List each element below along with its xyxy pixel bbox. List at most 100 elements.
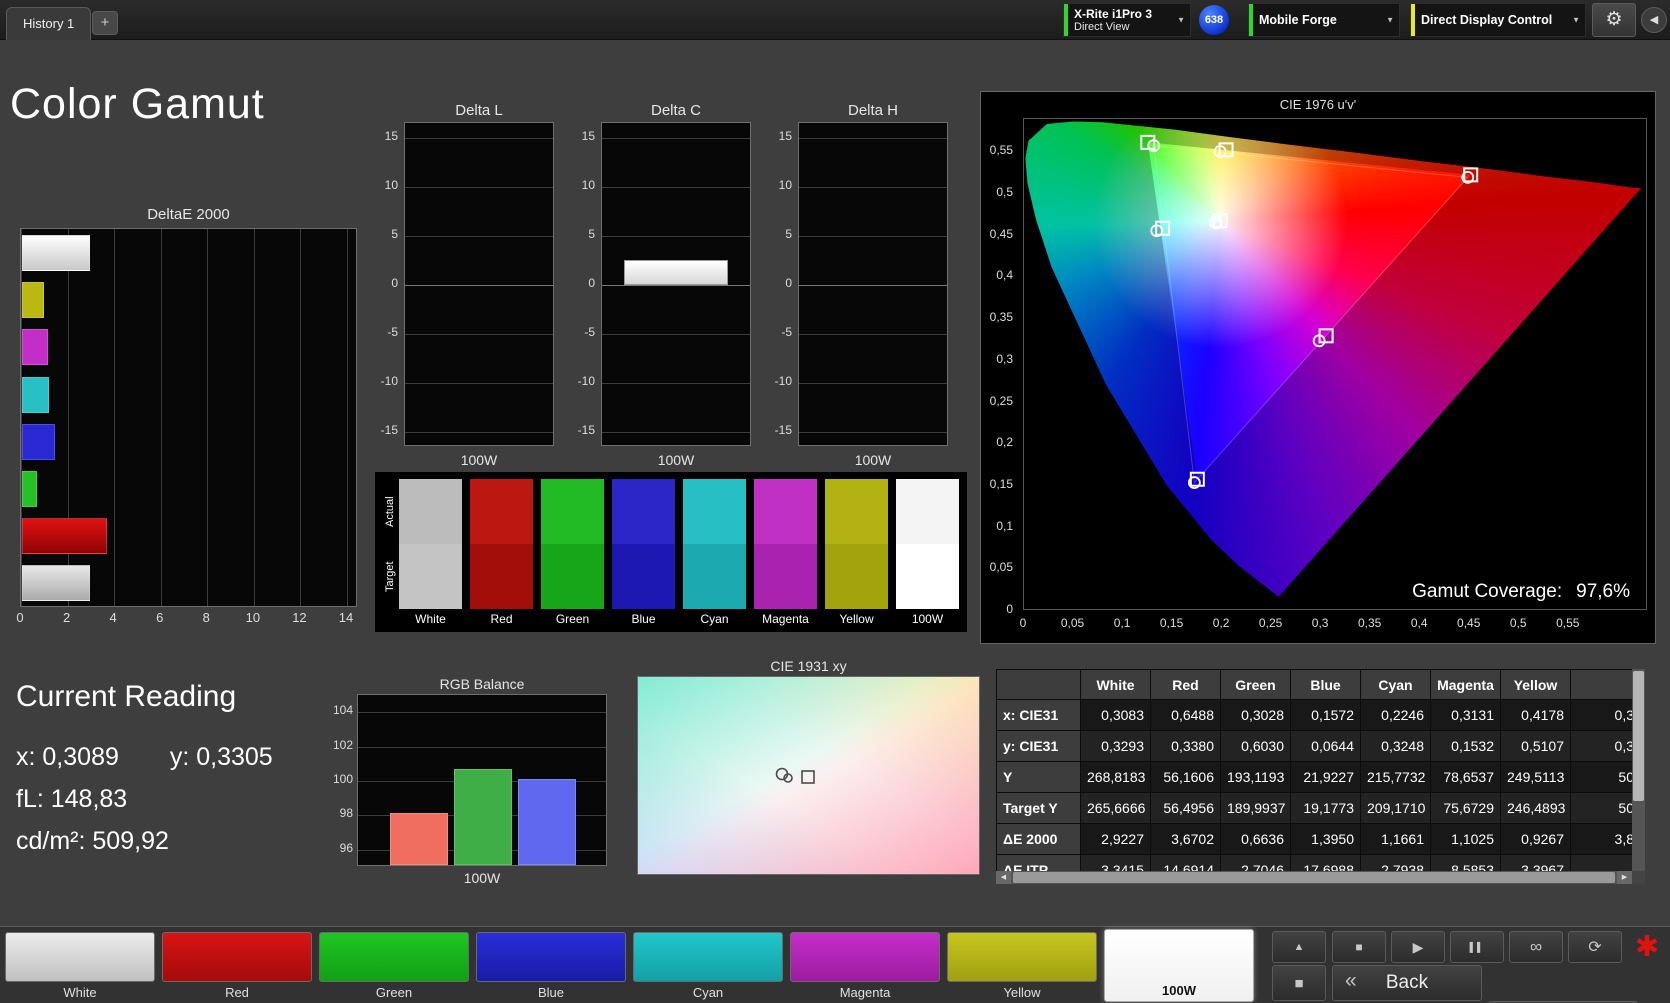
delta-gridline: [602, 285, 750, 286]
meter-count-badge[interactable]: 638: [1199, 5, 1229, 35]
patch-button-red[interactable]: Red: [162, 932, 312, 1002]
patch-button-green[interactable]: Green: [319, 932, 469, 1002]
source-selector[interactable]: Mobile Forge ▼: [1248, 3, 1400, 37]
delta-y-tick-label: 15: [384, 128, 398, 143]
patch-label: Yellow: [1003, 985, 1041, 1000]
patch-label: Cyan: [692, 985, 724, 1000]
current-reading-fl: fL: 148,83: [16, 778, 273, 820]
swatch-label: Blue: [631, 612, 656, 626]
meter-selector[interactable]: X-Rite i1Pro 3 Direct View ▼: [1063, 3, 1191, 37]
swatch-white: White: [399, 479, 462, 632]
cie-1931-panel: [637, 676, 980, 875]
tab-history-1-label: History 1: [23, 16, 75, 31]
rgb-y-tick-label: 96: [339, 840, 353, 855]
meter-name: X-Rite i1Pro 3: [1074, 7, 1153, 21]
chevron-down-icon: ▼: [1572, 15, 1580, 25]
chevron-down-icon: ▼: [1177, 15, 1185, 25]
patch-button-magenta[interactable]: Magenta: [790, 932, 940, 1002]
deltae-gridline: [207, 229, 209, 606]
patch-window-icon: ■: [1294, 974, 1304, 992]
rgb-y-tick-label: 102: [332, 737, 353, 752]
rgb-y-tick-label: 104: [332, 703, 353, 718]
back-button[interactable]: « Back: [1332, 965, 1482, 1001]
patch-up-button[interactable]: ▲: [1272, 931, 1326, 963]
up-arrow-icon: ▲: [1293, 941, 1305, 953]
delta-chart-y-axis: 15 10 5 0 -5 -10 -15: [372, 122, 404, 446]
swatch-actual-color: [754, 479, 817, 544]
pause-button[interactable]: ▌▌: [1450, 931, 1504, 963]
measurement-table-body: White Red Green Blue Cyan Magenta Yellow x: CIE…: [996, 669, 1632, 871]
table-horizontal-scrollbar[interactable]: ◀ ▶: [996, 871, 1632, 884]
tab-history-1[interactable]: History 1: [6, 7, 92, 40]
loop-button[interactable]: ⟳: [1568, 931, 1622, 963]
swatch-magenta: Magenta: [754, 479, 817, 632]
scroll-left-icon[interactable]: ◀: [996, 871, 1011, 884]
alert-asterisk-button[interactable]: ✱: [1626, 927, 1668, 965]
cie-1931-target-marker: [801, 770, 815, 784]
patch-button-blue[interactable]: Blue: [476, 932, 626, 1002]
patch-color-swatch: [947, 932, 1097, 982]
table-row-y-cie31: y: CIE31 0,3293 0,3380 0,6030 0,0644 0,3248 0,…: [996, 730, 1632, 762]
delta-y-tick-label: 5: [391, 226, 398, 241]
patch-window-button[interactable]: ■: [1272, 965, 1326, 1001]
delta-chart-plot: [601, 122, 751, 446]
row-label-column-header: [996, 669, 1081, 700]
swatch-actual-color: [470, 479, 533, 544]
table-cell: 268,8183: [1080, 761, 1151, 793]
table-cell: [1570, 854, 1632, 871]
delta-y-tick-label: -10: [577, 374, 595, 389]
swatch-actual-color: [825, 479, 888, 544]
row-label: Target Y: [996, 792, 1081, 824]
vertical-scroll-thumb[interactable]: [1633, 671, 1644, 801]
settings-button[interactable]: ⚙: [1592, 3, 1636, 37]
deltae-gridline: [114, 229, 116, 606]
delta-h-chart: Delta H 15 10 5 0 -5 -10 -15 100W: [766, 102, 950, 468]
play-button[interactable]: ▶: [1391, 931, 1445, 963]
patch-color-swatch: [5, 932, 155, 982]
swatch-cyan: Cyan: [683, 479, 746, 632]
measurement-table: White Red Green Blue Cyan Magenta Yellow x: CIE…: [996, 669, 1645, 884]
cie-x-tick-label: 0,1: [1113, 616, 1131, 630]
cie-1976-title: CIE 1976 u'v': [1279, 97, 1357, 112]
fl-value: 148,83: [50, 785, 128, 813]
horizontal-scroll-thumb[interactable]: [1013, 872, 1615, 883]
table-vertical-scrollbar[interactable]: [1632, 669, 1645, 871]
table-cell: 14,6914: [1150, 854, 1221, 871]
scroll-right-icon[interactable]: ▶: [1617, 871, 1632, 884]
collapse-panel-button[interactable]: ◀: [1641, 7, 1667, 33]
table-cell: 2,7046: [1220, 854, 1291, 871]
source-accent-bar: [1249, 4, 1253, 36]
add-tab-button[interactable]: +: [92, 11, 118, 35]
patch-button-yellow[interactable]: Yellow: [947, 932, 1097, 1002]
deltae-x-tick-label: 10: [245, 610, 261, 625]
row-label: Y: [996, 761, 1081, 793]
cie-y-tick-label: 0,2: [996, 435, 1013, 450]
swatch-side-labels: Actual Target: [381, 479, 399, 632]
table-row-target-y: Target Y 265,6666 56,4956 189,9937 19,1773 20…: [996, 792, 1632, 824]
patch-color-swatch: [476, 932, 626, 982]
table-cell: 8,5853: [1430, 854, 1501, 871]
table-cell: 0,4178: [1500, 699, 1571, 731]
patch-button-cyan[interactable]: Cyan: [633, 932, 783, 1002]
rgb-gridline: [358, 746, 606, 748]
stop-button[interactable]: ■: [1332, 931, 1386, 963]
delta-gridline: [602, 186, 750, 188]
swatch-actual-color: [896, 479, 959, 544]
deltae-x-tick-label: 14: [338, 610, 354, 625]
table-cell: 3,3415: [1080, 854, 1151, 871]
delta-gridline: [405, 285, 553, 286]
back-label: Back: [1385, 972, 1429, 993]
deltae-x-tick-label: 6: [156, 610, 164, 625]
table-cell: 0,3: [1570, 699, 1632, 731]
cie-x-tick-label: 0,4: [1410, 616, 1428, 630]
table-cell: 1,3950: [1290, 823, 1361, 855]
display-control-selector[interactable]: Direct Display Control ▼: [1410, 3, 1586, 37]
continuous-measure-button[interactable]: ∞: [1509, 931, 1563, 963]
patch-button-white[interactable]: White: [5, 932, 155, 1002]
cie-y-tick-label: 0,3: [996, 351, 1013, 366]
table-cell: 0,2246: [1360, 699, 1431, 731]
swatch-target-color: [825, 544, 888, 609]
delta-y-tick-label: 0: [588, 276, 595, 290]
delta-y-tick-label: -5: [781, 325, 792, 340]
patch-button-100w[interactable]: 100W: [1104, 929, 1254, 1002]
